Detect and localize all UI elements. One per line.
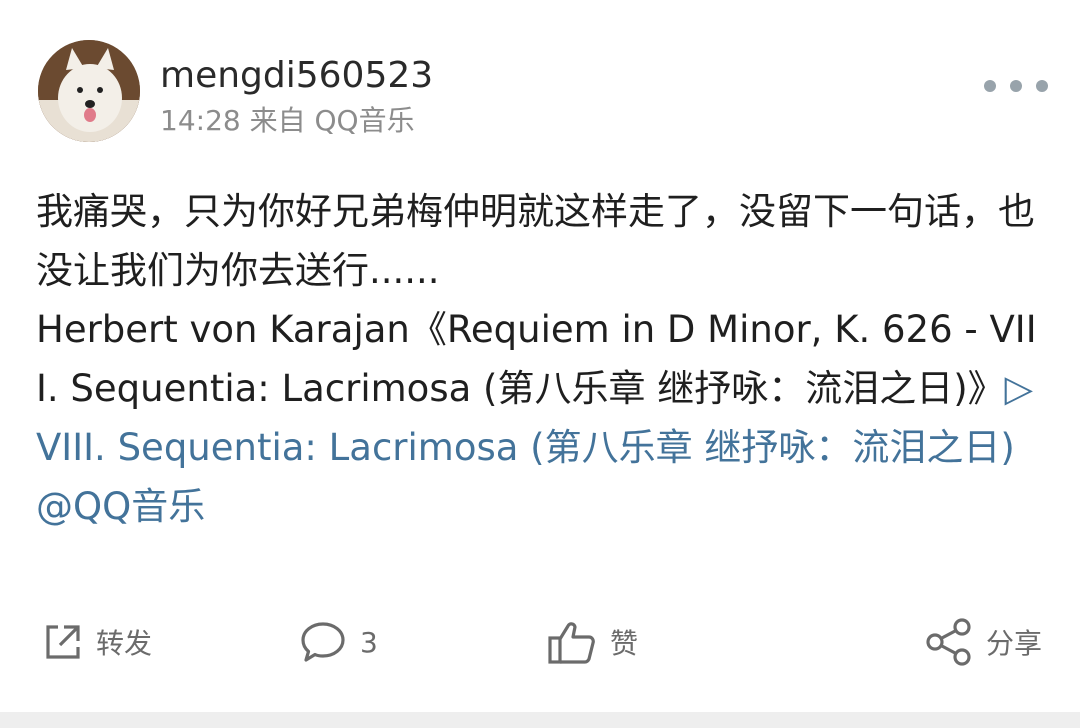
more-dot-icon bbox=[1036, 80, 1048, 92]
more-dot-icon bbox=[1010, 80, 1022, 92]
post-text-main: 我痛哭，只为你好兄弟梅仲明就这样走了，没留下一句话，也没让我们为你去送行....… bbox=[36, 190, 1035, 292]
username[interactable]: mengdi560523 bbox=[160, 56, 433, 96]
comment-button[interactable]: 3 bbox=[298, 606, 378, 678]
action-bar: 转发 3 赞 分享 bbox=[0, 606, 1080, 678]
share-label: 分享 bbox=[986, 627, 1043, 660]
more-dot-icon bbox=[984, 80, 996, 92]
post-time: 14:28 bbox=[160, 104, 241, 137]
repost-icon bbox=[46, 625, 80, 659]
more-options-button[interactable] bbox=[984, 70, 1048, 102]
repost-button[interactable]: 转发 bbox=[42, 606, 152, 678]
bottom-divider bbox=[0, 712, 1080, 728]
post-source[interactable]: 来自 QQ音乐 bbox=[250, 104, 415, 137]
post-text-music: Herbert von Karajan《Requiem in D Minor, … bbox=[36, 308, 1037, 410]
thumbs-up-icon bbox=[548, 622, 595, 664]
post-text-paragraph: Herbert von Karajan《Requiem in D Minor, … bbox=[36, 300, 1040, 536]
comment-count: 3 bbox=[360, 625, 378, 659]
post-body: 我痛哭，只为你好兄弟梅仲明就这样走了，没留下一句话，也没让我们为你去送行....… bbox=[36, 182, 1040, 536]
like-button[interactable]: 赞 bbox=[546, 606, 638, 678]
share-icon bbox=[926, 618, 971, 666]
like-label: 赞 bbox=[610, 627, 639, 660]
repost-label: 转发 bbox=[96, 627, 153, 660]
avatar[interactable] bbox=[38, 40, 140, 142]
comment-icon bbox=[301, 622, 345, 662]
post-header: mengdi560523 14:28 来自 QQ音乐 bbox=[38, 40, 1048, 144]
avatar-image bbox=[38, 40, 140, 142]
post-meta: 14:28 来自 QQ音乐 bbox=[160, 105, 415, 137]
share-button[interactable]: 分享 bbox=[924, 606, 1042, 678]
